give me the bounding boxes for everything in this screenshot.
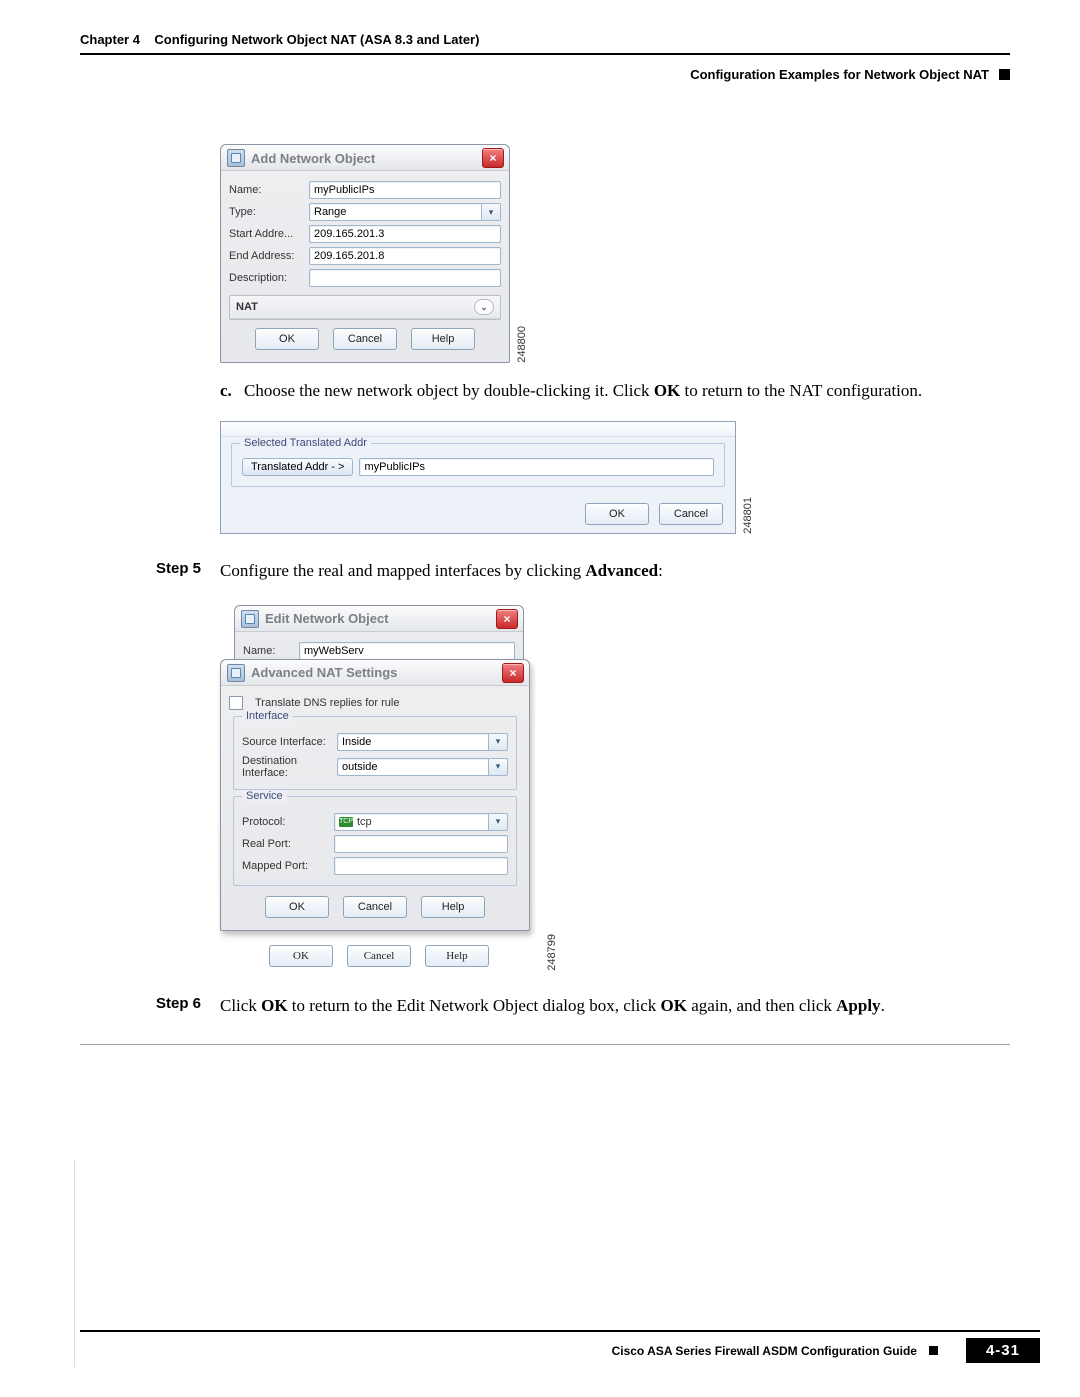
nat-group-label: NAT xyxy=(236,301,258,313)
page-number: 4-31 xyxy=(966,1338,1040,1363)
edit-network-object-dialog: Edit Network Object × Name: xyxy=(234,605,524,667)
cancel-button[interactable]: Cancel xyxy=(659,503,723,525)
source-interface-select[interactable]: ▾ xyxy=(337,733,508,751)
expand-icon[interactable]: ⌄ xyxy=(474,299,494,315)
end-address-label: End Address: xyxy=(229,250,303,262)
destination-interface-select[interactable]: ▾ xyxy=(337,758,508,776)
destination-interface-value[interactable] xyxy=(337,758,488,776)
chevron-down-icon[interactable]: ▾ xyxy=(488,733,508,751)
chapter-label: Chapter 4 xyxy=(80,32,140,47)
sublist-c-label: c. xyxy=(220,381,244,401)
sublist-c-text: Choose the new network object by double-… xyxy=(244,381,922,401)
description-field[interactable] xyxy=(309,269,501,287)
name-label: Name: xyxy=(229,184,303,196)
close-icon[interactable]: × xyxy=(496,609,518,629)
real-port-field[interactable] xyxy=(334,835,508,853)
name-field[interactable] xyxy=(299,642,515,660)
footer-marker-icon xyxy=(929,1346,938,1355)
window-icon xyxy=(227,664,245,682)
name-label: Name: xyxy=(243,645,293,657)
translate-dns-label: Translate DNS replies for rule xyxy=(255,697,399,709)
figure-id: 248800 xyxy=(516,322,528,363)
help-button[interactable]: Help xyxy=(421,896,485,918)
mapped-port-field[interactable] xyxy=(334,857,508,875)
section-marker-icon xyxy=(999,69,1010,80)
footer-book-title: Cisco ASA Series Firewall ASDM Configura… xyxy=(612,1344,917,1358)
chevron-down-icon[interactable]: ▾ xyxy=(488,813,508,831)
source-interface-label: Source Interface: xyxy=(242,736,331,748)
figure-id: 248801 xyxy=(742,493,754,534)
dialog-title: Add Network Object xyxy=(251,151,375,166)
real-port-label: Real Port: xyxy=(242,838,328,850)
type-label: Type: xyxy=(229,206,303,218)
dialog-title: Advanced NAT Settings xyxy=(251,665,397,680)
cancel-button[interactable]: Cancel xyxy=(347,945,411,967)
cancel-button[interactable]: Cancel xyxy=(343,896,407,918)
nat-group: NAT ⌄ xyxy=(229,295,501,320)
chevron-down-icon[interactable]: ▾ xyxy=(488,758,508,776)
translated-addr-button[interactable]: Translated Addr - > xyxy=(242,458,353,476)
interface-legend: Interface xyxy=(242,710,293,722)
ok-button[interactable]: OK xyxy=(585,503,649,525)
ok-button[interactable]: OK xyxy=(265,896,329,918)
step6-text: Click OK to return to the Edit Network O… xyxy=(220,995,1010,1018)
type-select-value[interactable] xyxy=(309,203,481,221)
protocol-value[interactable]: TCPtcp xyxy=(334,813,488,831)
service-legend: Service xyxy=(242,790,287,802)
step5-label: Step 5 xyxy=(156,560,220,577)
chapter-title: Configuring Network Object NAT (ASA 8.3 … xyxy=(154,32,479,47)
type-select[interactable]: ▾ xyxy=(309,203,501,221)
mapped-port-label: Mapped Port: xyxy=(242,860,328,872)
tcp-icon: TCP xyxy=(339,817,353,827)
translated-addr-dialog: Selected Translated Addr Translated Addr… xyxy=(220,421,736,534)
section-title: Configuration Examples for Network Objec… xyxy=(690,67,989,82)
cancel-button[interactable]: Cancel xyxy=(333,328,397,350)
step5-text: Configure the real and mapped interfaces… xyxy=(220,560,1010,583)
advanced-nat-settings-dialog: Advanced NAT Settings × Translate DNS re… xyxy=(220,659,530,931)
protocol-select[interactable]: TCPtcp ▾ xyxy=(334,813,508,831)
source-interface-value[interactable] xyxy=(337,733,488,751)
start-address-field[interactable] xyxy=(309,225,501,243)
close-icon[interactable]: × xyxy=(482,148,504,168)
window-icon xyxy=(227,149,245,167)
close-icon[interactable]: × xyxy=(502,663,524,683)
fieldset-legend: Selected Translated Addr xyxy=(240,437,371,449)
step6-label: Step 6 xyxy=(156,995,220,1012)
translated-addr-field[interactable] xyxy=(359,458,714,476)
chevron-down-icon[interactable]: ▾ xyxy=(481,203,501,221)
end-address-field[interactable] xyxy=(309,247,501,265)
help-button[interactable]: Help xyxy=(425,945,489,967)
protocol-label: Protocol: xyxy=(242,816,328,828)
dialog-title: Edit Network Object xyxy=(265,611,389,626)
ok-button[interactable]: OK xyxy=(269,945,333,967)
translate-dns-checkbox[interactable] xyxy=(229,696,243,710)
help-button[interactable]: Help xyxy=(411,328,475,350)
add-network-object-dialog: Add Network Object × Name: Type: ▾ xyxy=(220,144,510,363)
name-field[interactable] xyxy=(309,181,501,199)
ok-button[interactable]: OK xyxy=(255,328,319,350)
window-icon xyxy=(241,610,259,628)
figure-id: 248799 xyxy=(546,930,558,971)
description-label: Description: xyxy=(229,272,303,284)
destination-interface-label: Destination Interface: xyxy=(242,755,331,779)
start-address-label: Start Addre... xyxy=(229,228,303,240)
